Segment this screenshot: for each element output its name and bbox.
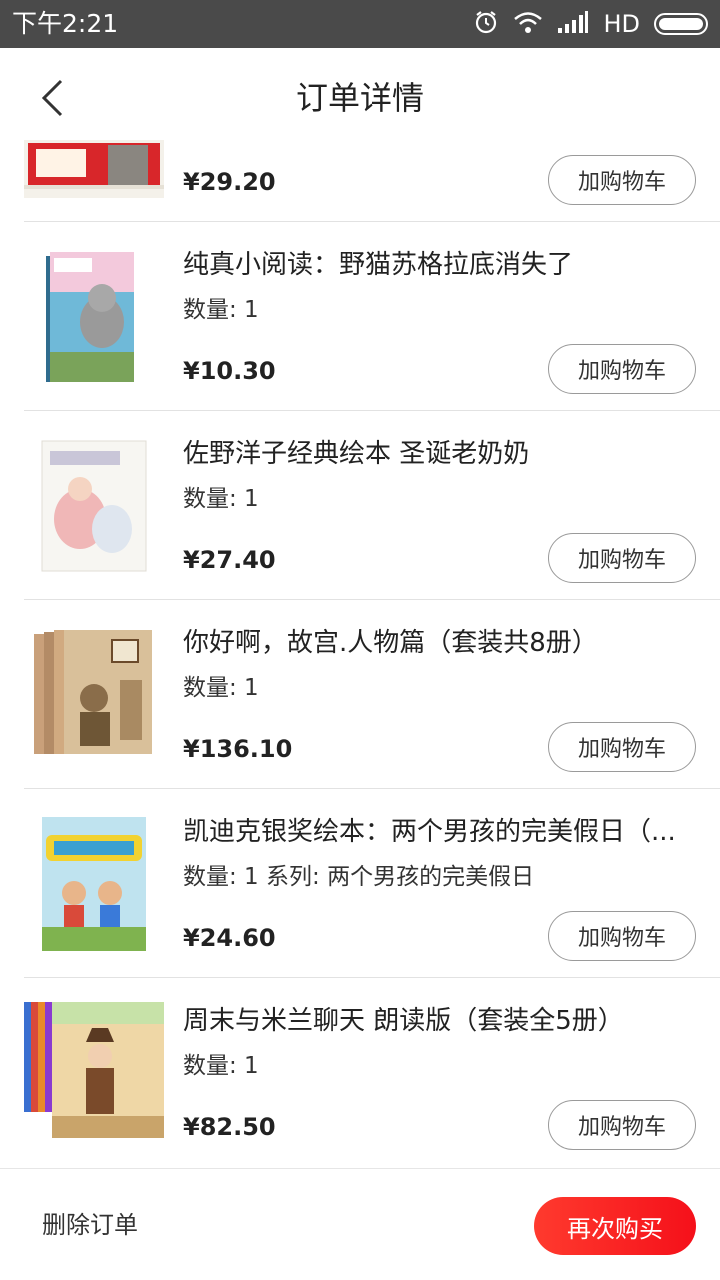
book-cover — [24, 140, 164, 198]
book-cover — [24, 998, 164, 1143]
item-name[interactable]: 你好啊，故宫.人物篇（套装共8册） — [183, 624, 698, 662]
top-bar: 订单详情 — [0, 48, 720, 148]
add-to-cart-button[interactable]: 加购物车 — [548, 533, 696, 583]
item-quantity: 数量: 1 — [183, 675, 259, 701]
list-item[interactable]: 佐野洋子经典绘本 圣诞老奶奶 数量: 1 ¥27.40 加购物车 — [0, 411, 720, 600]
book-cover — [24, 620, 164, 765]
list-item[interactable]: ¥29.20 加购物车 — [0, 140, 720, 222]
add-to-cart-button[interactable]: 加购物车 — [548, 722, 696, 772]
status-time: 下午2:21 — [12, 9, 119, 38]
bottom-action-bar: 删除订单 再次购买 — [0, 1168, 720, 1280]
book-cover — [24, 431, 164, 576]
buy-again-button[interactable]: 再次购买 — [534, 1197, 696, 1255]
item-price: ¥136.10 — [183, 735, 293, 763]
item-name[interactable]: 周末与米兰聊天 朗读版（套装全5册） — [183, 1002, 698, 1040]
status-bar: 下午2:21 HD — [0, 0, 720, 48]
item-price: ¥29.20 — [183, 168, 276, 196]
item-price: ¥82.50 — [183, 1113, 276, 1141]
item-quantity: 数量: 1 系列: 两个男孩的完美假日 — [183, 864, 535, 890]
alarm-icon — [473, 9, 499, 39]
book-cover — [24, 809, 164, 954]
list-item[interactable]: 纯真小阅读：野猫苏格拉底消失了 数量: 1 ¥10.30 加购物车 — [0, 222, 720, 411]
page-title: 订单详情 — [295, 79, 424, 117]
list-item[interactable]: 周末与米兰聊天 朗读版（套装全5册） 数量: 1 ¥82.50 加购物车 — [0, 978, 720, 1167]
signal-icon — [557, 10, 589, 38]
book-cover — [24, 242, 164, 387]
delete-order-button[interactable]: 删除订单 — [42, 1207, 138, 1243]
order-item-list[interactable]: ¥29.20 加购物车 纯真小阅读：野猫苏格拉底消失了 数量: 1 ¥10.30… — [0, 140, 720, 1168]
item-quantity: 数量: 1 — [183, 1053, 259, 1079]
list-item[interactable]: 凯迪克银奖绘本：两个男孩的完美假日（... 数量: 1 系列: 两个男孩的完美假… — [0, 789, 720, 978]
item-name[interactable]: 佐野洋子经典绘本 圣诞老奶奶 — [183, 435, 698, 473]
item-name[interactable]: 纯真小阅读：野猫苏格拉底消失了 — [183, 246, 698, 284]
item-quantity: 数量: 1 — [183, 486, 259, 512]
item-price: ¥24.60 — [183, 924, 276, 952]
battery-icon — [654, 13, 708, 35]
item-price: ¥10.30 — [183, 357, 276, 385]
add-to-cart-button[interactable]: 加购物车 — [548, 1100, 696, 1150]
list-item[interactable]: 你好啊，故宫.人物篇（套装共8册） 数量: 1 ¥136.10 加购物车 — [0, 600, 720, 789]
item-name[interactable]: 凯迪克银奖绘本：两个男孩的完美假日（... — [183, 813, 698, 851]
add-to-cart-button[interactable]: 加购物车 — [548, 911, 696, 961]
status-icons: HD — [473, 8, 708, 40]
add-to-cart-button[interactable]: 加购物车 — [548, 155, 696, 205]
item-price: ¥27.40 — [183, 546, 276, 574]
item-quantity: 数量: 1 — [183, 297, 259, 323]
network-type: HD — [603, 10, 640, 38]
add-to-cart-button[interactable]: 加购物车 — [548, 344, 696, 394]
wifi-icon — [513, 10, 543, 38]
